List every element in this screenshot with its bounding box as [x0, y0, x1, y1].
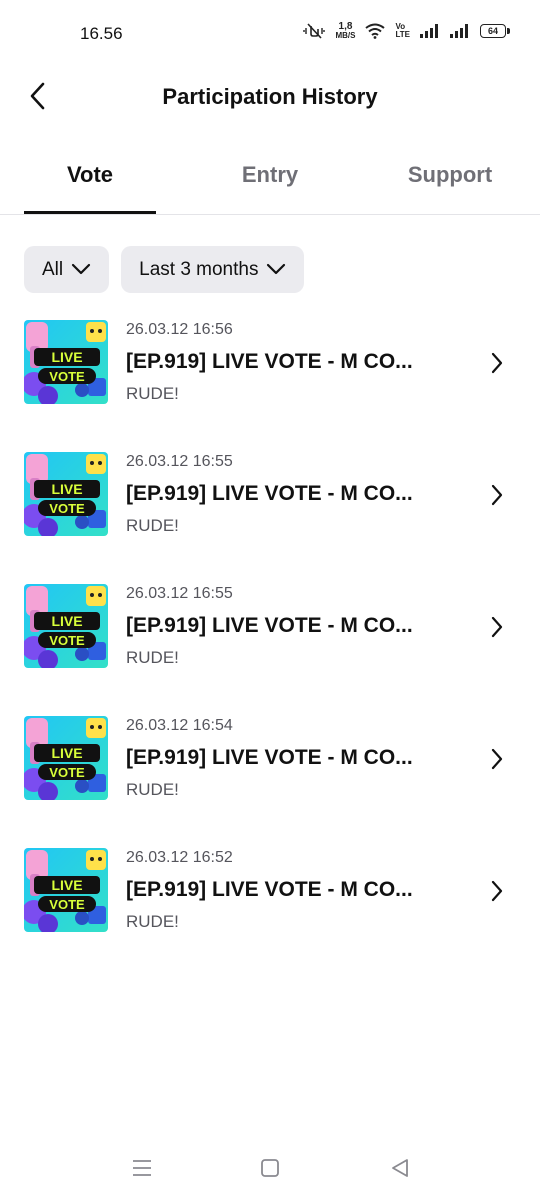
item-title: [EP.919] LIVE VOTE - M CO...: [126, 878, 413, 901]
status-time: 16.56: [80, 24, 123, 43]
tab-support[interactable]: Support: [392, 162, 508, 188]
list-item[interactable]: LIVE VOTE 26.03.12 16:55 [EP.919] LIVE V…: [0, 576, 540, 708]
chevron-down-icon: [71, 259, 91, 281]
item-date: 26.03.12 16:55: [126, 585, 233, 602]
item-subtitle: RUDE!: [126, 516, 179, 535]
item-date: 26.03.12 16:55: [126, 453, 233, 470]
chevron-down-icon: [266, 259, 286, 281]
signal-icon: [420, 24, 440, 38]
tab-bar: Vote Entry Support: [0, 150, 540, 215]
period-filter-label: Last 3 months: [139, 258, 259, 280]
vote-thumbnail: LIVE VOTE: [24, 848, 108, 932]
item-date: 26.03.12 16:56: [126, 321, 233, 338]
status-bar: 16.56 1,8 MB/S Vo LTE 64: [0, 0, 540, 66]
list-item[interactable]: LIVE VOTE 26.03.12 16:56 [EP.919] LIVE V…: [0, 312, 540, 444]
thumbnail-text-vote: VOTE: [49, 501, 85, 516]
item-title: [EP.919] LIVE VOTE - M CO...: [126, 614, 413, 637]
vote-thumbnail: LIVE VOTE: [24, 452, 108, 536]
vibrate-mute-icon: [303, 23, 326, 39]
chevron-right-icon: [490, 748, 504, 775]
type-filter-dropdown[interactable]: All: [24, 246, 110, 293]
tab-vote[interactable]: Vote: [24, 162, 156, 188]
back-triangle-icon: [390, 1158, 410, 1183]
history-list: LIVE VOTE 26.03.12 16:56 [EP.919] LIVE V…: [0, 312, 540, 972]
item-title: [EP.919] LIVE VOTE - M CO...: [126, 746, 413, 769]
page-title: Participation History: [162, 84, 378, 109]
participation-history-screen: 16.56 1,8 MB/S Vo LTE 64 Participation H…: [0, 0, 540, 1200]
item-subtitle: RUDE!: [126, 384, 179, 403]
list-item[interactable]: LIVE VOTE 26.03.12 16:55 [EP.919] LIVE V…: [0, 444, 540, 576]
thumbnail-text-vote: VOTE: [49, 765, 85, 780]
battery-icon: 64: [480, 24, 510, 38]
thumbnail-text-vote: VOTE: [49, 897, 85, 912]
thumbnail-text-vote: VOTE: [49, 633, 85, 648]
vote-thumbnail: LIVE VOTE: [24, 584, 108, 668]
app-header: Participation History: [0, 66, 540, 130]
type-filter-label: All: [42, 258, 64, 280]
item-subtitle: RUDE!: [126, 780, 179, 799]
thumbnail-text-live: LIVE: [51, 349, 82, 365]
item-date: 26.03.12 16:52: [126, 849, 233, 866]
network-speed: 1,8 MB/S: [335, 21, 356, 41]
battery-level: 64: [487, 26, 498, 36]
active-tab-indicator: [24, 211, 156, 214]
chevron-right-icon: [490, 880, 504, 907]
thumbnail-text-live: LIVE: [51, 613, 82, 629]
signal-icon: [450, 24, 470, 38]
volte-bottom: LTE: [395, 30, 410, 39]
system-nav-bar: [0, 1134, 540, 1200]
item-title: [EP.919] LIVE VOTE - M CO...: [126, 482, 413, 505]
net-speed-value: 1,8: [338, 21, 353, 32]
filter-bar: All Last 3 months: [24, 246, 305, 293]
vote-thumbnail: LIVE VOTE: [24, 320, 108, 404]
thumbnail-text-live: LIVE: [51, 745, 82, 761]
thumbnail-text-vote: VOTE: [49, 369, 85, 384]
item-date: 26.03.12 16:54: [126, 717, 233, 734]
vote-thumbnail: LIVE VOTE: [24, 716, 108, 800]
chevron-right-icon: [490, 616, 504, 643]
item-title: [EP.919] LIVE VOTE - M CO...: [126, 350, 413, 373]
tab-entry[interactable]: Entry: [205, 162, 335, 188]
item-subtitle: RUDE!: [126, 912, 179, 931]
period-filter-dropdown[interactable]: Last 3 months: [121, 246, 305, 293]
list-item[interactable]: LIVE VOTE 26.03.12 16:54 [EP.919] LIVE V…: [0, 708, 540, 840]
wifi-icon: [365, 23, 386, 39]
net-speed-unit: MB/S: [335, 31, 356, 40]
home-button[interactable]: [256, 1156, 284, 1184]
thumbnail-text-live: LIVE: [51, 877, 82, 893]
recent-apps-button[interactable]: [128, 1156, 156, 1184]
chevron-right-icon: [490, 352, 504, 379]
thumbnail-text-live: LIVE: [51, 481, 82, 497]
list-item[interactable]: LIVE VOTE 26.03.12 16:52 [EP.919] LIVE V…: [0, 840, 540, 972]
chevron-right-icon: [490, 484, 504, 511]
home-icon: [260, 1158, 280, 1183]
item-subtitle: RUDE!: [126, 648, 179, 667]
recent-apps-icon: [131, 1158, 153, 1183]
volte-indicator: Vo LTE: [395, 23, 410, 39]
status-icons: 1,8 MB/S Vo LTE 64: [303, 21, 510, 41]
system-back-button[interactable]: [386, 1156, 414, 1184]
